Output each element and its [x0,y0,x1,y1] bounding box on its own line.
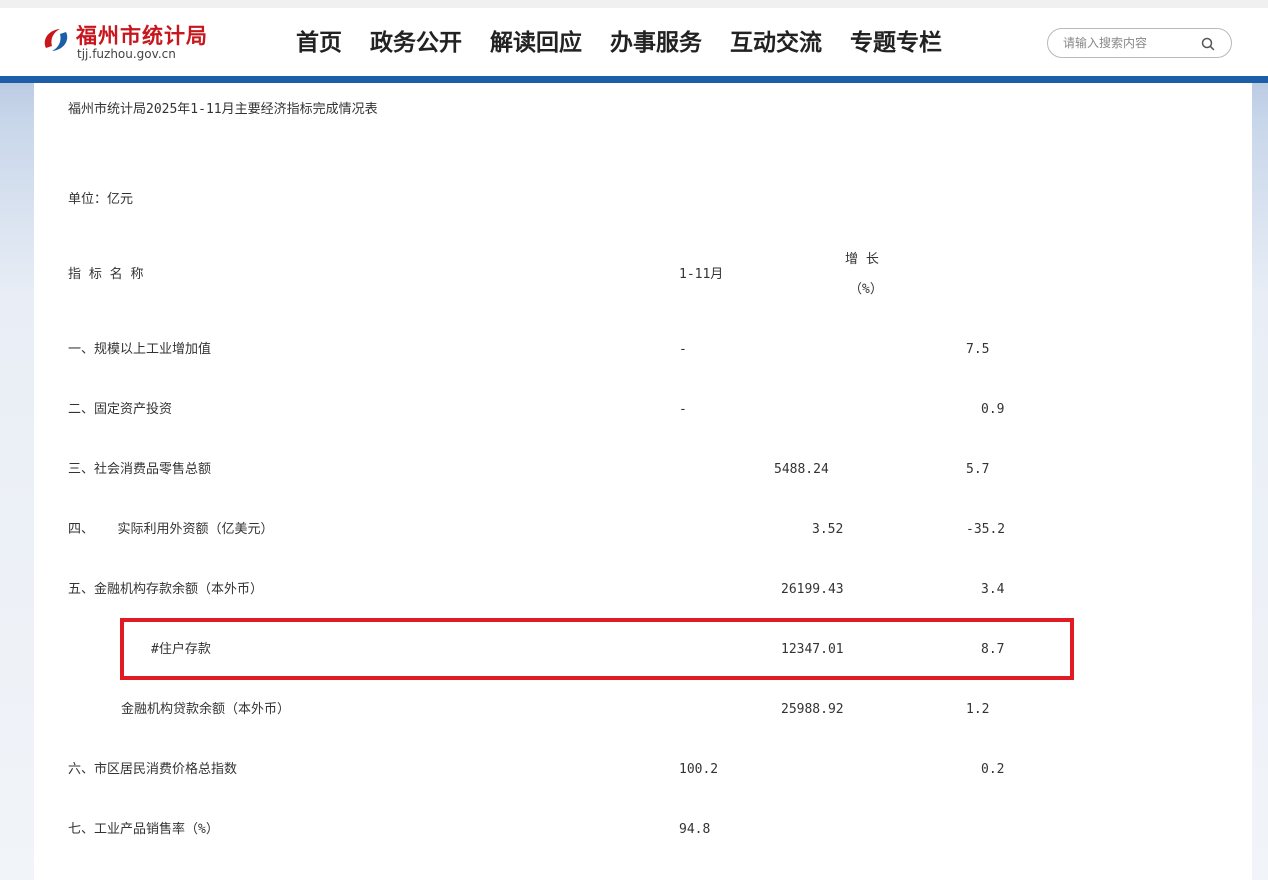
row-value-industrial: - [679,342,687,357]
row-value-household-deposits: 12347.01 [781,642,844,657]
article-content: 福州市统计局2025年1-11月主要经济指标完成情况表 单位：亿元 指 标 名 … [34,83,1252,880]
search-box [1047,28,1232,58]
row-name-industrial: 一、规模以上工业增加值 [68,342,212,357]
site-header: 福州市统计局 tjj.fuzhou.gov.cn 首页 政务公开 解读回应 办事… [0,8,1268,78]
row-growth-retail-sales: 5.7 [966,462,990,477]
highlight-box [120,618,1074,680]
row-growth-household-deposits: 8.7 [981,642,1005,657]
row-value-retail-sales: 5488.24 [774,462,829,477]
header-growth: 增 长 [845,252,879,267]
document-title: 福州市统计局2025年1-11月主要经济指标完成情况表 [68,102,378,117]
row-growth-cpi: 0.2 [981,762,1005,777]
header-indicator-name: 指 标 名 称 [68,267,144,282]
logo-title: 福州市统计局 [76,23,208,48]
logo-domain: tjj.fuzhou.gov.cn [77,47,176,61]
main-nav: 首页 政务公开 解读回应 办事服务 互动交流 专题专栏 [296,26,970,60]
search-input[interactable] [1063,34,1193,52]
row-value-fixed-investment: - [679,402,687,417]
header-divider [0,76,1268,83]
row-name-household-deposits: #住户存款 [151,642,211,657]
row-value-loans: 25988.92 [781,702,844,717]
search-icon[interactable] [1200,36,1216,52]
row-value-foreign-investment: 3.52 [812,522,844,537]
nav-item-services[interactable]: 办事服务 [610,26,702,60]
row-name-retail-sales: 三、社会消费品零售总额 [68,462,212,477]
logo-emblem-icon [44,29,68,51]
nav-item-special-topics[interactable]: 专题专栏 [850,26,942,60]
row-value-sales-rate: 94.8 [679,822,711,837]
row-growth-deposits: 3.4 [981,582,1005,597]
row-value-deposits: 26199.43 [781,582,844,597]
nav-item-home[interactable]: 首页 [296,26,342,60]
nav-item-government-affairs[interactable]: 政务公开 [370,26,462,60]
nav-item-interaction[interactable]: 互动交流 [730,26,822,60]
nav-item-interpretation[interactable]: 解读回应 [490,26,582,60]
row-growth-fixed-investment: 0.9 [981,402,1005,417]
row-name-foreign-investment: 四、 实际利用外资额（亿美元） [68,522,274,537]
row-name-deposits: 五、金融机构存款余额（本外币） [68,582,264,597]
row-name-cpi: 六、市区居民消费价格总指数 [68,762,238,777]
row-growth-foreign-investment: -35.2 [966,522,1006,537]
row-name-fixed-investment: 二、固定资产投资 [68,402,173,417]
header-growth-unit: （%） [849,282,883,297]
site-logo[interactable]: 福州市统计局 tjj.fuzhou.gov.cn [40,20,240,70]
header-period: 1-11月 [679,267,724,282]
unit-label: 单位：亿元 [68,192,134,207]
row-growth-loans: 1.2 [966,702,990,717]
row-name-loans: 金融机构贷款余额（本外币） [121,702,291,717]
row-name-sales-rate: 七、工业产品销售率（%） [68,822,219,837]
row-growth-industrial: 7.5 [966,342,990,357]
row-value-cpi: 100.2 [679,762,719,777]
